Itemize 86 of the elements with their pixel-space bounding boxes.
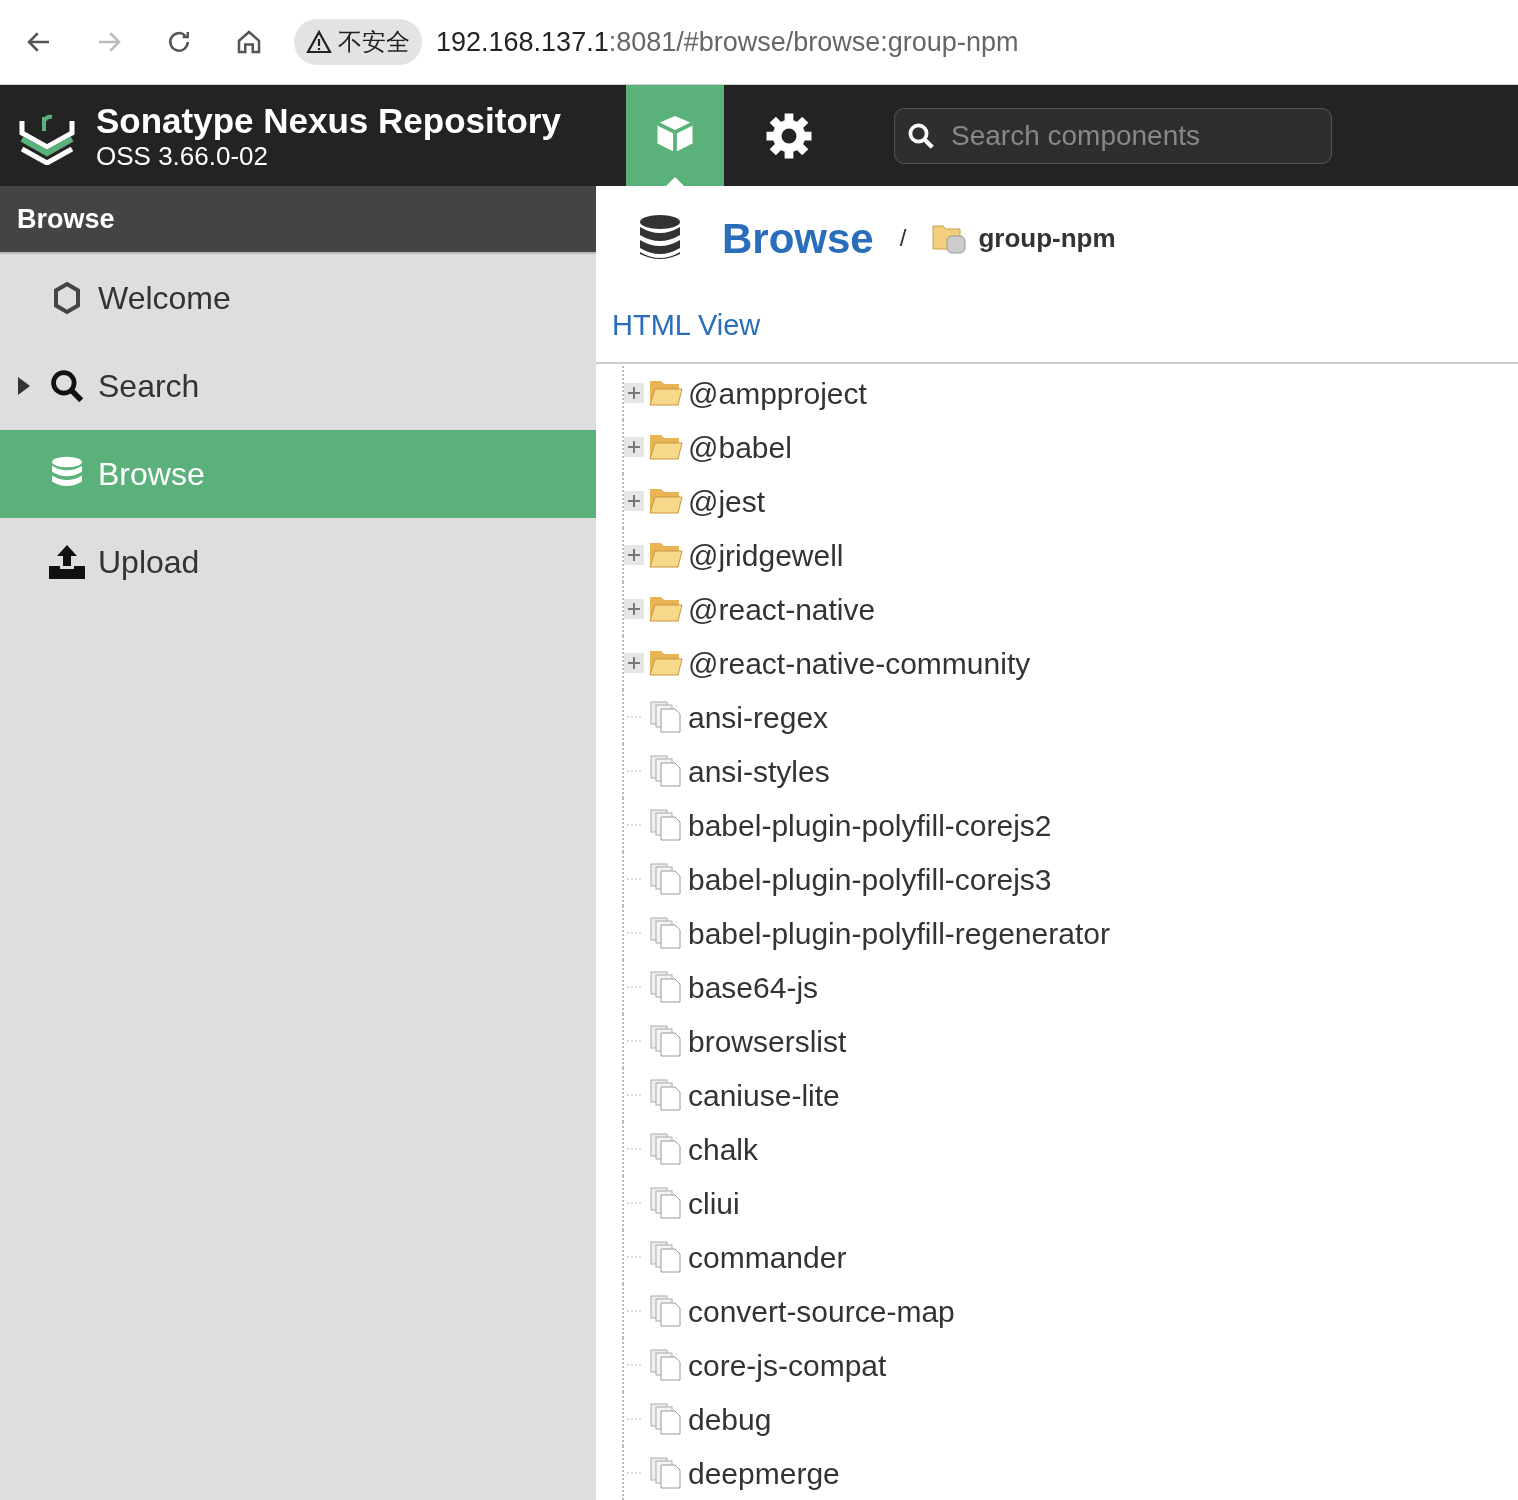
folder-name[interactable]: @react-native — [688, 586, 876, 632]
sidebar-item[interactable]: Upload — [0, 518, 596, 606]
browse-mode-tab[interactable] — [626, 85, 724, 186]
expand-icon[interactable] — [624, 437, 644, 457]
tree-connector-line — [627, 878, 641, 880]
database-icon — [638, 214, 682, 262]
package-name[interactable]: debug — [688, 1396, 772, 1442]
tree-connector-line — [627, 716, 641, 718]
folder-name[interactable]: @jridgewell — [688, 532, 844, 578]
tree-connector-line — [627, 932, 641, 934]
documents-icon — [650, 1025, 682, 1057]
html-view-link[interactable]: HTML View — [612, 304, 761, 348]
tree-connector-line — [627, 1256, 641, 1258]
package-name[interactable]: ansi-regex — [688, 694, 829, 740]
folder-name[interactable]: @babel — [688, 424, 792, 470]
documents-icon — [650, 917, 682, 949]
package-name[interactable]: cliui — [688, 1180, 740, 1226]
documents-icon — [650, 1295, 682, 1327]
folder-icon — [649, 487, 683, 515]
package-name[interactable]: core-js-compat — [688, 1342, 887, 1388]
hexagon-icon — [51, 281, 83, 315]
package-name[interactable]: browserslist — [688, 1018, 847, 1064]
tree-connector-line — [627, 1472, 641, 1474]
app-version: OSS 3.66.0-02 — [96, 140, 269, 171]
folder-name[interactable]: @react-native-community — [688, 640, 1031, 686]
tree-connector-line — [627, 1418, 641, 1420]
folder-database-icon — [932, 222, 967, 254]
documents-icon — [650, 1079, 682, 1111]
tree-connector-line — [627, 1364, 641, 1366]
package-name[interactable]: ansi-styles — [688, 748, 830, 794]
breadcrumb-repository: group-npm — [978, 221, 1116, 255]
security-chip[interactable]: 不安全 — [294, 19, 422, 65]
documents-icon — [650, 863, 682, 895]
folder-icon — [649, 433, 683, 461]
expand-arrow-icon[interactable] — [17, 377, 30, 395]
expand-icon[interactable] — [624, 491, 644, 511]
upload-icon — [48, 544, 86, 580]
warning-icon — [306, 30, 332, 54]
breadcrumb-link[interactable]: Browse — [722, 206, 874, 270]
package-name[interactable]: convert-source-map — [688, 1288, 955, 1334]
documents-icon — [650, 1241, 682, 1273]
address-field[interactable]: 192.168.137.1:8081/#browse/browse:group-npm — [436, 21, 1019, 63]
tree-connector-line — [627, 1040, 641, 1042]
package-name[interactable]: babel-plugin-polyfill-corejs2 — [688, 802, 1052, 848]
tree-connector-line — [627, 1202, 641, 1204]
folder-name[interactable]: @ampproject — [688, 370, 867, 416]
package-name[interactable]: babel-plugin-polyfill-corejs3 — [688, 856, 1052, 902]
tree-connector-line — [627, 770, 641, 772]
expand-icon[interactable] — [624, 545, 644, 565]
folder-icon — [649, 595, 683, 623]
documents-icon — [650, 1403, 682, 1435]
tree-connector-line — [627, 986, 641, 988]
documents-icon — [650, 971, 682, 1003]
package-name[interactable]: caniuse-lite — [688, 1072, 840, 1118]
documents-icon — [650, 755, 682, 787]
package-name[interactable]: babel-plugin-polyfill-regenerator — [688, 910, 1110, 956]
documents-icon — [650, 1187, 682, 1219]
package-name[interactable]: deepmerge — [688, 1450, 840, 1496]
package-name[interactable]: chalk — [688, 1126, 759, 1172]
sidebar-title: Browse — [17, 202, 115, 236]
folder-icon — [649, 649, 683, 677]
documents-icon — [650, 1133, 682, 1165]
folder-name[interactable]: @jest — [688, 478, 766, 524]
sidebar-item[interactable]: Welcome — [0, 254, 596, 342]
expand-icon[interactable] — [624, 599, 644, 619]
breadcrumb-separator: / — [899, 223, 907, 253]
search-field[interactable]: Search components — [894, 107, 1332, 164]
search-icon — [48, 367, 86, 405]
package-name[interactable]: base64-js — [688, 964, 819, 1010]
security-label: 不安全 — [338, 27, 410, 57]
tree-connector-line — [627, 1310, 641, 1312]
documents-icon — [650, 1349, 682, 1381]
package-name[interactable]: commander — [688, 1234, 847, 1280]
documents-icon — [650, 701, 682, 733]
sidebar-item[interactable]: Search — [0, 342, 596, 430]
tab-pointer — [666, 177, 684, 186]
documents-icon — [650, 1457, 682, 1489]
expand-icon[interactable] — [624, 383, 644, 403]
expand-icon[interactable] — [624, 653, 644, 673]
documents-icon — [650, 809, 682, 841]
tree-connector-line — [627, 1148, 641, 1150]
folder-icon — [649, 379, 683, 407]
app-title: Sonatype Nexus Repository — [96, 100, 561, 141]
tree-connector-line — [627, 824, 641, 826]
folder-icon — [649, 541, 683, 569]
tree-connector-line — [627, 1094, 641, 1096]
